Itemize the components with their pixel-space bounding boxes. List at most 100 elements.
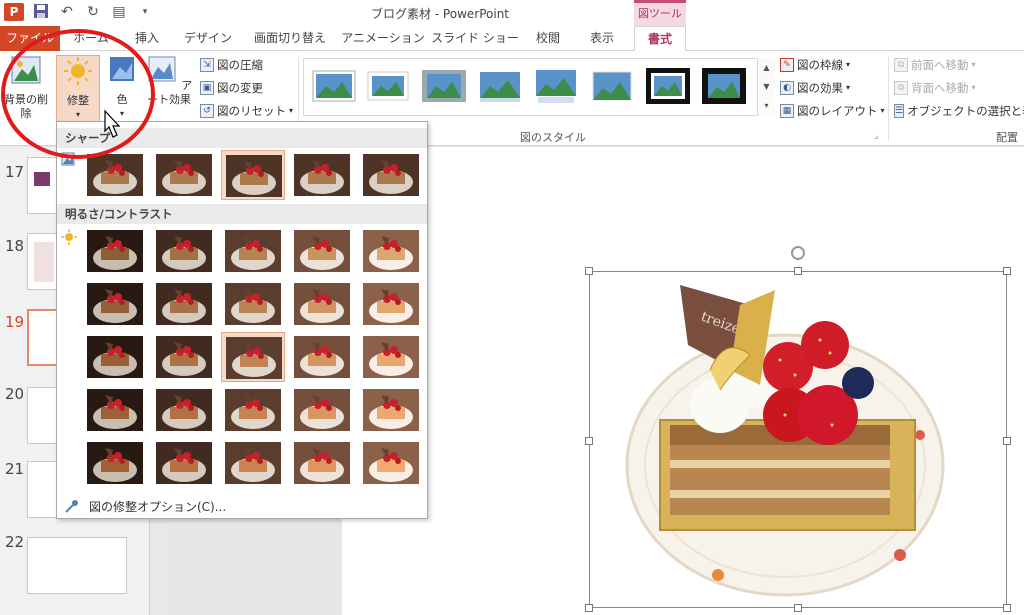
sharpen-preset-4[interactable] bbox=[290, 150, 354, 200]
brightness-preset-r3-c3[interactable] bbox=[221, 332, 285, 382]
thumbnail-image bbox=[34, 242, 54, 282]
rotate-handle[interactable] bbox=[791, 246, 805, 260]
resize-handle-n[interactable] bbox=[794, 267, 802, 275]
sharpen-preset-thumbnail bbox=[363, 154, 419, 196]
picture-style-1[interactable] bbox=[312, 68, 356, 104]
picture-layout-button[interactable]: ▦ 図のレイアウト ▾ bbox=[780, 101, 885, 121]
effects-icon: ◐ bbox=[780, 81, 794, 95]
picture-style-4[interactable] bbox=[478, 68, 522, 104]
undo-icon[interactable]: ↶ bbox=[58, 3, 76, 21]
picture-border-button[interactable]: ✎ 図の枠線 ▾ bbox=[780, 55, 850, 75]
picture-style-6[interactable] bbox=[590, 68, 634, 104]
send-backward-button[interactable]: ⧉ 背面へ移動 ▾ bbox=[894, 78, 976, 98]
sharpen-preset-thumbnail bbox=[156, 154, 212, 196]
brightness-preset-r2-c2[interactable] bbox=[152, 279, 216, 329]
brightness-preset-r5-c2[interactable] bbox=[152, 438, 216, 488]
brightness-preset-r1-c3[interactable] bbox=[221, 226, 285, 276]
brightness-preset-r2-c3[interactable] bbox=[221, 279, 285, 329]
dialog-launcher-icon[interactable]: ⌟ bbox=[874, 131, 878, 141]
brightness-preset-r3-c1[interactable] bbox=[83, 332, 147, 382]
tab-transitions[interactable]: 画面切り替え bbox=[244, 26, 336, 51]
slide-number: 22 bbox=[5, 533, 25, 551]
brightness-preset-r3-c5[interactable] bbox=[359, 332, 423, 382]
brightness-preset-r4-c3[interactable] bbox=[221, 385, 285, 435]
arrange-group-label: 配置 bbox=[996, 131, 1018, 144]
compress-icon: ⇲ bbox=[200, 58, 214, 72]
brightness-preset-r2-c5[interactable] bbox=[359, 279, 423, 329]
brightness-preset-r5-c1[interactable] bbox=[83, 438, 147, 488]
picture-style-5[interactable] bbox=[534, 68, 578, 104]
resize-handle-s[interactable] bbox=[794, 604, 802, 612]
brightness-preset-r5-c5[interactable] bbox=[359, 438, 423, 488]
sharpen-preset-2[interactable] bbox=[152, 150, 216, 200]
corrections-dropdown: シャープ 明るさ/コントラスト 図の修整オプション(C)... bbox=[56, 121, 428, 519]
resize-handle-sw[interactable] bbox=[585, 604, 593, 612]
scroll-up-icon[interactable]: ▲ bbox=[758, 58, 775, 77]
resize-handle-se[interactable] bbox=[1003, 604, 1011, 612]
bring-forward-icon: ⧉ bbox=[894, 58, 908, 72]
tab-review[interactable]: 校閲 bbox=[526, 26, 570, 51]
ribbon-tabs: ファイル ホーム 挿入 デザイン 画面切り替え アニメーション スライド ショー… bbox=[0, 26, 1024, 51]
selection-pane-button[interactable]: ☰オブジェクトの選択と表示 bbox=[894, 101, 1024, 121]
sharpen-preset-3[interactable] bbox=[221, 150, 285, 200]
brightness-preset-r2-c1[interactable] bbox=[83, 279, 147, 329]
compress-pictures-button[interactable]: ⇲ 図の圧縮 bbox=[200, 55, 263, 75]
brightness-preset-r4-c5[interactable] bbox=[359, 385, 423, 435]
bring-forward-button[interactable]: ⧉ 前面へ移動 ▾ bbox=[894, 55, 976, 75]
picture-style-2[interactable] bbox=[366, 68, 410, 104]
tab-view[interactable]: 表示 bbox=[578, 26, 626, 51]
start-slideshow-icon[interactable]: ▤ bbox=[110, 3, 128, 21]
resize-handle-e[interactable] bbox=[1003, 437, 1011, 445]
brightness-preset-r1-c1[interactable] bbox=[83, 226, 147, 276]
picture-style-7[interactable] bbox=[646, 68, 690, 104]
resize-handle-ne[interactable] bbox=[1003, 267, 1011, 275]
slide-thumbnail-22[interactable] bbox=[27, 537, 127, 594]
brightness-preset-r1-c5[interactable] bbox=[359, 226, 423, 276]
picture-style-3[interactable] bbox=[422, 68, 466, 104]
sharpen-preset-thumbnail bbox=[87, 154, 143, 196]
change-picture-button[interactable]: ▣ 図の変更 bbox=[200, 78, 263, 98]
reset-picture-button[interactable]: ↺ 図のリセット ▾ bbox=[200, 101, 293, 121]
picture-effects-button[interactable]: ◐ 図の効果 ▾ bbox=[780, 78, 850, 98]
customize-qat-icon[interactable]: ▾ bbox=[136, 3, 154, 21]
picture-styles-gallery bbox=[303, 58, 775, 116]
more-styles-icon[interactable]: ▾ bbox=[758, 96, 775, 115]
reset-picture-icon: ↺ bbox=[200, 104, 214, 118]
brightness-preset-thumbnail bbox=[225, 389, 281, 431]
brightness-preset-r5-c3[interactable] bbox=[221, 438, 285, 488]
bring-forward-arrow-icon: ▾ bbox=[971, 60, 976, 69]
brightness-preset-r4-c1[interactable] bbox=[83, 385, 147, 435]
brightness-preset-thumbnail bbox=[363, 389, 419, 431]
brightness-preset-r3-c4[interactable] bbox=[290, 332, 354, 382]
document-title: ブログ素材 - PowerPoint bbox=[370, 7, 510, 21]
group-separator bbox=[888, 55, 889, 141]
picture-styles-group-label: 図のスタイル bbox=[520, 131, 586, 144]
resize-handle-nw[interactable] bbox=[585, 267, 593, 275]
sharpen-preset-5[interactable] bbox=[359, 150, 423, 200]
styles-gallery-scroll[interactable]: ▲ ▼ ▾ bbox=[757, 58, 775, 116]
send-backward-arrow-icon: ▾ bbox=[971, 83, 976, 92]
brightness-preset-r5-c4[interactable] bbox=[290, 438, 354, 488]
bring-forward-label: 前面へ移動 bbox=[911, 58, 969, 72]
picture-style-8[interactable] bbox=[702, 68, 746, 104]
compress-label: 図の圧縮 bbox=[217, 58, 263, 72]
brightness-preset-thumbnail bbox=[294, 283, 350, 325]
brightness-preset-r4-c4[interactable] bbox=[290, 385, 354, 435]
brightness-preset-r2-c4[interactable] bbox=[290, 279, 354, 329]
resize-handle-w[interactable] bbox=[585, 437, 593, 445]
tab-animations[interactable]: アニメーション bbox=[340, 26, 426, 51]
tab-slideshow[interactable]: スライド ショー bbox=[430, 26, 520, 51]
redo-icon[interactable]: ↻ bbox=[84, 3, 102, 21]
brightness-preset-r4-c2[interactable] bbox=[152, 385, 216, 435]
brightness-preset-r3-c2[interactable] bbox=[152, 332, 216, 382]
tab-format[interactable]: 書式 bbox=[634, 26, 686, 51]
scroll-down-icon[interactable]: ▼ bbox=[758, 77, 775, 96]
picture-border-label: 図の枠線 bbox=[797, 58, 843, 72]
picture-correction-options-link[interactable]: 図の修整オプション(C)... bbox=[63, 497, 226, 515]
reset-picture-label: 図のリセット bbox=[217, 104, 286, 118]
brightness-preset-thumbnail bbox=[156, 389, 212, 431]
tab-design[interactable]: デザイン bbox=[176, 26, 240, 51]
brightness-preset-r1-c2[interactable] bbox=[152, 226, 216, 276]
save-icon[interactable] bbox=[32, 3, 50, 21]
brightness-preset-r1-c4[interactable] bbox=[290, 226, 354, 276]
